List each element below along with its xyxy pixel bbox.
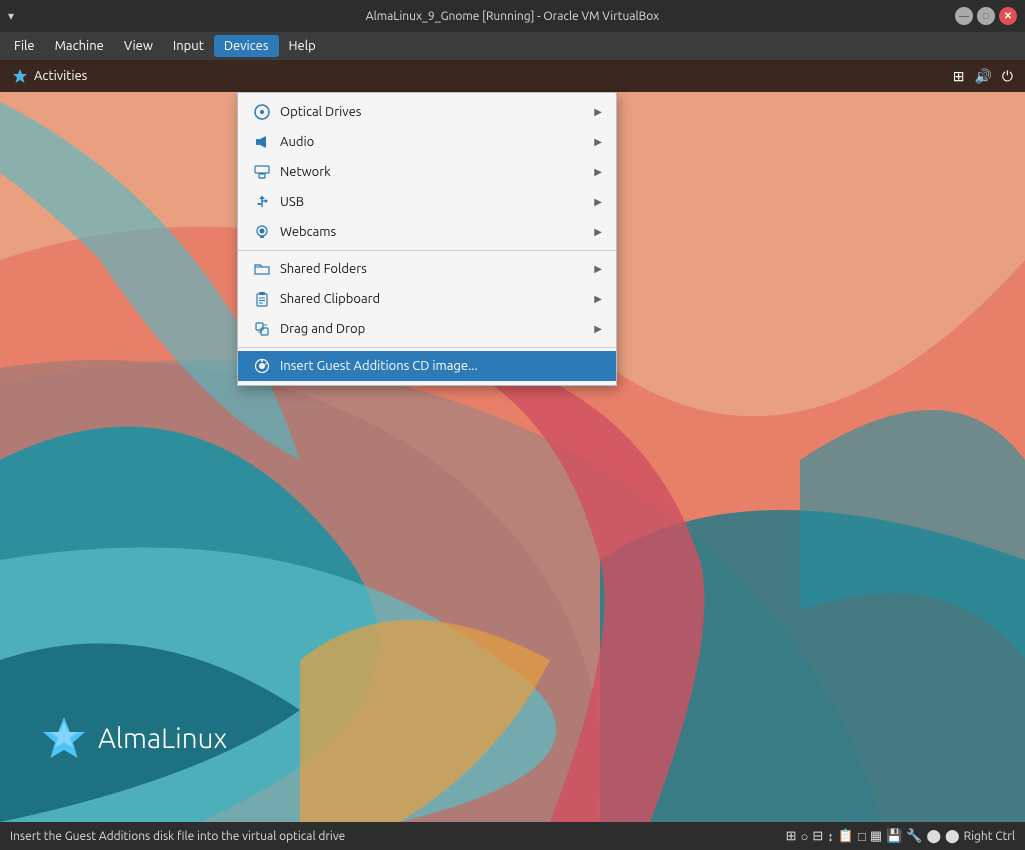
power-tray-icon[interactable]: ⏻ xyxy=(1002,68,1013,85)
menu-item-optical-drives[interactable]: Optical Drives ▶ xyxy=(238,97,616,127)
network-icon xyxy=(252,162,272,182)
network-arrow: ▶ xyxy=(594,166,602,178)
menu-item-usb[interactable]: USB ▶ xyxy=(238,187,616,217)
status-icon-6[interactable]: □ xyxy=(858,829,866,844)
drag-and-drop-label: Drag and Drop xyxy=(280,322,594,336)
optical-drives-icon xyxy=(252,102,272,122)
vm-content: Activities ⊞ 🔊 ⏻ AlmaLinux Optical Drive… xyxy=(0,60,1025,822)
shared-clipboard-arrow: ▶ xyxy=(594,293,602,305)
insert-guest-additions-icon xyxy=(252,356,272,376)
audio-arrow: ▶ xyxy=(594,136,602,148)
menu-devices[interactable]: Devices xyxy=(214,35,279,57)
menu-item-drag-and-drop[interactable]: Drag and Drop ▶ xyxy=(238,314,616,344)
menu-item-audio[interactable]: Audio ▶ xyxy=(238,127,616,157)
alma-logo: AlmaLinux xyxy=(40,714,227,762)
menu-item-shared-folders[interactable]: Shared Folders ▶ xyxy=(238,254,616,284)
shared-clipboard-icon xyxy=(252,289,272,309)
menu-item-shared-clipboard[interactable]: Shared Clipboard ▶ xyxy=(238,284,616,314)
usb-icon xyxy=(252,192,272,212)
status-icon-11[interactable]: ⬤ xyxy=(945,829,960,844)
titlebar-chevron-icon[interactable]: ▾ xyxy=(8,9,14,23)
right-ctrl-label: Right Ctrl xyxy=(964,830,1015,843)
statusbar-right: ⊞ ○ ⊟ ↕ 📋 □ ▦ 💾 🔧 ⬤ ⬤ Right Ctrl xyxy=(786,829,1015,844)
webcams-icon xyxy=(252,222,272,242)
minimize-button[interactable]: — xyxy=(955,7,973,25)
titlebar-controls: — □ ✕ xyxy=(955,7,1017,25)
usb-label: USB xyxy=(280,195,594,209)
menu-machine[interactable]: Machine xyxy=(45,35,114,57)
maximize-button[interactable]: □ xyxy=(977,7,995,25)
status-icon-3[interactable]: ⊟ xyxy=(812,829,823,844)
status-icon-1[interactable]: ⊞ xyxy=(786,829,797,844)
optical-drives-label: Optical Drives xyxy=(280,105,594,119)
menu-item-webcams[interactable]: Webcams ▶ xyxy=(238,217,616,247)
gnome-systray: ⊞ 🔊 ⏻ xyxy=(953,68,1013,85)
status-icon-4[interactable]: ↕ xyxy=(827,829,834,844)
menu-input[interactable]: Input xyxy=(163,35,214,57)
insert-guest-additions-label: Insert Guest Additions CD image... xyxy=(280,359,602,373)
menu-item-network[interactable]: Network ▶ xyxy=(238,157,616,187)
usb-arrow: ▶ xyxy=(594,196,602,208)
shared-folders-icon xyxy=(252,259,272,279)
activities-label: Activities xyxy=(34,69,87,83)
webcams-label: Webcams xyxy=(280,225,594,239)
statusbar: Insert the Guest Additions disk file int… xyxy=(0,822,1025,850)
drag-and-drop-icon xyxy=(252,319,272,339)
devices-menu: Optical Drives ▶ Audio ▶ Network ▶ USB ▶ xyxy=(237,92,617,386)
volume-tray-icon[interactable]: 🔊 xyxy=(974,68,991,85)
webcams-arrow: ▶ xyxy=(594,226,602,238)
menu-view[interactable]: View xyxy=(114,35,163,57)
separator-2 xyxy=(238,347,616,348)
titlebar-title: AlmaLinux_9_Gnome [Running] - Oracle VM … xyxy=(366,10,659,23)
shared-folders-label: Shared Folders xyxy=(280,262,594,276)
audio-icon xyxy=(252,132,272,152)
shared-clipboard-label: Shared Clipboard xyxy=(280,292,594,306)
titlebar: ▾ AlmaLinux_9_Gnome [Running] - Oracle V… xyxy=(0,0,1025,32)
status-icon-10[interactable]: ⬤ xyxy=(926,829,941,844)
status-icon-7[interactable]: ▦ xyxy=(870,829,882,844)
separator-1 xyxy=(238,250,616,251)
menu-help[interactable]: Help xyxy=(279,35,326,57)
statusbar-text: Insert the Guest Additions disk file int… xyxy=(10,830,345,843)
status-icon-8[interactable]: 💾 xyxy=(886,829,902,844)
status-icon-2[interactable]: ○ xyxy=(801,829,809,844)
alma-logo-text: AlmaLinux xyxy=(98,723,227,754)
status-icon-5[interactable]: 📋 xyxy=(838,829,854,844)
gnome-topbar: Activities ⊞ 🔊 ⏻ xyxy=(0,60,1025,92)
network-label: Network xyxy=(280,165,594,179)
menubar: File Machine View Input Devices Help xyxy=(0,32,1025,60)
menu-item-insert-guest-additions[interactable]: Insert Guest Additions CD image... xyxy=(238,351,616,381)
almalinux-icon xyxy=(12,68,28,84)
optical-drives-arrow: ▶ xyxy=(594,106,602,118)
shared-folders-arrow: ▶ xyxy=(594,263,602,275)
gnome-activities-button[interactable]: Activities xyxy=(12,68,87,84)
audio-label: Audio xyxy=(280,135,594,149)
status-icon-9[interactable]: 🔧 xyxy=(906,829,922,844)
menu-file[interactable]: File xyxy=(4,35,45,57)
almalinux-logo-icon xyxy=(40,714,88,762)
titlebar-left: ▾ xyxy=(8,9,14,23)
drag-and-drop-arrow: ▶ xyxy=(594,323,602,335)
network-tray-icon[interactable]: ⊞ xyxy=(953,68,965,85)
close-button[interactable]: ✕ xyxy=(999,7,1017,25)
